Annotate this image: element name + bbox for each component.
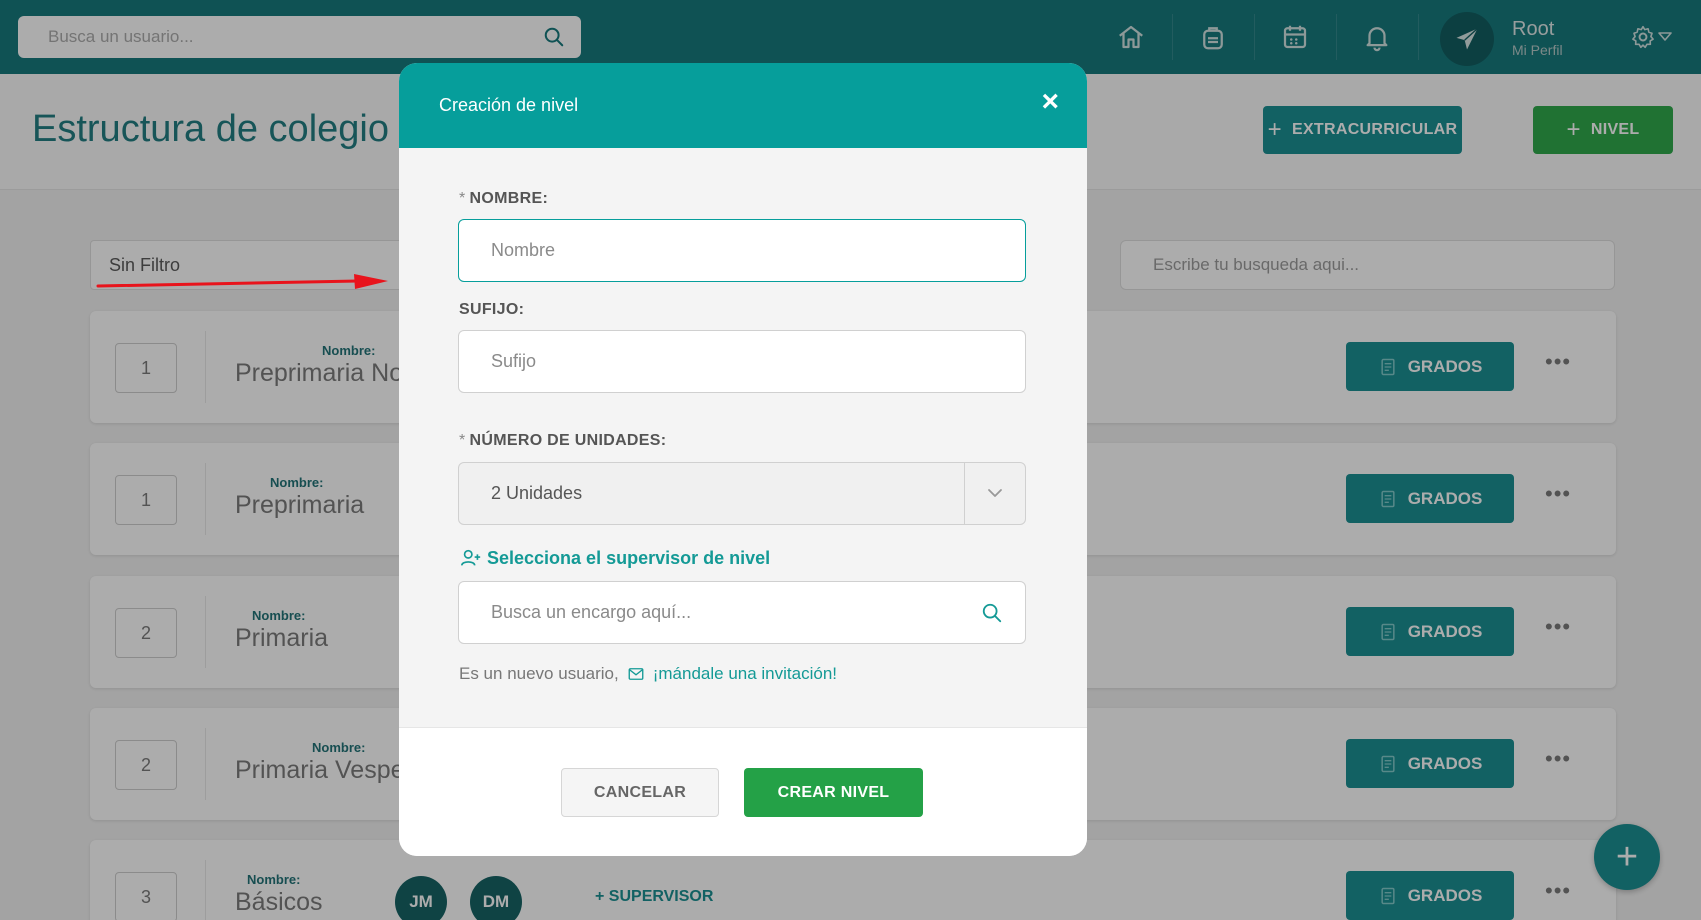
units-selected-value: 2 Unidades [491,483,583,503]
user-plus-icon [461,549,481,566]
annotation-arrow-icon [96,274,388,289]
units-select[interactable]: 2 Unidades [458,462,1026,525]
name-label-text: NOMBRE: [469,190,549,207]
name-input[interactable] [459,220,1025,281]
supervisor-search-field[interactable] [458,581,1026,644]
cancel-button[interactable]: CANCELAR [561,768,719,817]
select-supervisor-text: Selecciona el supervisor de nivel [487,547,771,568]
close-icon[interactable]: × [1041,87,1059,117]
units-field-label: * NÚMERO DE UNIDADES: [459,432,666,450]
suffix-field-label: SUFIJO: [459,301,525,318]
select-supervisor-link[interactable]: Selecciona el supervisor de nivel [459,547,770,569]
send-invitation-link[interactable]: ¡mándale una invitación! [653,664,837,684]
modal-header: Creación de nivel × [399,63,1087,148]
invite-text: Es un nuevo usuario, [459,664,619,683]
supervisor-search-input[interactable] [459,582,1025,643]
required-mark: * [459,432,466,449]
select-separator [964,463,965,524]
required-mark: * [459,190,466,207]
units-label-text: NÚMERO DE UNIDADES: [469,432,667,449]
name-field[interactable] [458,219,1026,282]
create-level-modal: Creación de nivel × *NOMBRE: SUFIJO: *NÚ… [399,63,1087,856]
modal-footer: CANCELAR CREAR NIVEL [399,727,1087,856]
name-field-label: * NOMBRE: [459,190,548,208]
search-icon[interactable] [981,602,1003,624]
modal-title: Creación de nivel [439,95,579,115]
suffix-input[interactable] [459,331,1025,392]
chevron-down-icon[interactable] [985,483,1005,503]
invite-line: Es un nuevo usuario, ¡mándale una invita… [459,664,837,684]
envelope-icon [628,668,644,680]
create-level-button[interactable]: CREAR NIVEL [744,768,923,817]
suffix-field[interactable] [458,330,1026,393]
